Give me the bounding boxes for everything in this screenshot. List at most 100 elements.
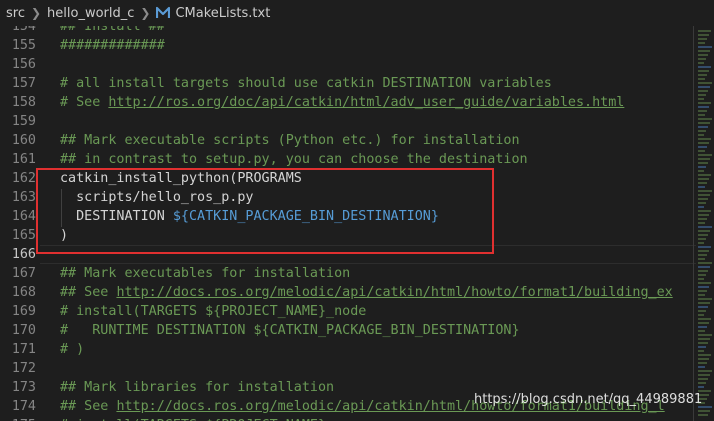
minimap-line xyxy=(698,290,707,292)
code-line[interactable]: 160 ## Mark executable scripts (Python et… xyxy=(0,131,714,150)
minimap-line xyxy=(698,114,705,116)
code-token: ## in contrast to setup.py, you can choo… xyxy=(60,152,528,167)
minimap-line xyxy=(698,198,708,200)
breadcrumb-file[interactable]: CMakeLists.txt xyxy=(175,6,270,21)
minimap-line xyxy=(698,166,706,168)
minimap-line xyxy=(698,286,709,288)
code-text: ## See http://docs.ros.org/melodic/api/c… xyxy=(60,283,673,302)
line-number: 166 xyxy=(11,247,36,262)
minimap-line xyxy=(698,46,712,48)
minimap-line xyxy=(698,106,709,108)
code-line[interactable]: 172 xyxy=(0,359,714,378)
chevron-right-icon: ❯ xyxy=(30,6,42,20)
minimap-line xyxy=(698,222,705,224)
minimap-line xyxy=(698,186,705,188)
minimap-line xyxy=(698,134,704,136)
editor-ruler xyxy=(693,26,694,421)
code-token: # RUNTIME DESTINATION ${CATKIN_PACKAGE_B… xyxy=(60,323,520,338)
line-number: 162 xyxy=(11,171,36,186)
minimap-line xyxy=(698,378,708,380)
minimap-line xyxy=(698,78,705,80)
code-link[interactable]: http://docs.ros.org/melodic/api/catkin/h… xyxy=(116,285,672,300)
code-link[interactable]: http://ros.org/doc/api/catkin/html/adv_u… xyxy=(108,95,624,110)
line-number: 167 xyxy=(11,266,36,281)
code-line[interactable]: 167 ## Mark executables for installation xyxy=(0,264,714,283)
code-line[interactable]: 161 ## in contrast to setup.py, you can c… xyxy=(0,150,714,169)
line-number: 156 xyxy=(11,57,36,72)
code-line[interactable]: 156 xyxy=(0,55,714,74)
chevron-right-icon: ❯ xyxy=(140,6,151,20)
code-line[interactable]: 175 # install(TARGETS ${PROJECT_NAME} xyxy=(0,416,714,421)
code-text: ## Mark executable scripts (Python etc.)… xyxy=(60,131,520,150)
minimap-line xyxy=(698,370,712,372)
line-number: 159 xyxy=(11,114,36,129)
minimap-line xyxy=(698,214,709,216)
minimap-line xyxy=(698,54,708,56)
minimap-line xyxy=(698,226,712,228)
minimap-line xyxy=(698,374,710,376)
minimap-line xyxy=(698,326,707,328)
minimap-line xyxy=(698,66,711,68)
minimap-line xyxy=(698,362,707,364)
minimap-line xyxy=(698,278,704,280)
minimap-line xyxy=(698,62,704,64)
minimap[interactable] xyxy=(697,26,714,421)
minimap-line xyxy=(698,258,705,260)
minimap-line xyxy=(698,274,706,276)
minimap-line xyxy=(698,414,708,416)
minimap-line xyxy=(698,202,706,204)
minimap-line xyxy=(698,102,711,104)
minimap-line xyxy=(698,410,710,412)
breadcrumb-folder[interactable]: hello_world_c xyxy=(47,6,134,21)
code-token: # all install targets should use catkin … xyxy=(60,76,552,91)
minimap-line xyxy=(698,262,712,264)
minimap-line xyxy=(698,234,708,236)
line-number: 160 xyxy=(11,133,36,148)
minimap-line xyxy=(698,206,704,208)
code-text: ## Mark libraries for installation xyxy=(60,378,334,397)
minimap-line xyxy=(698,130,706,132)
minimap-line xyxy=(698,254,707,256)
code-text: # ) xyxy=(60,340,84,359)
minimap-line xyxy=(698,366,705,368)
breadcrumb-src[interactable]: src xyxy=(6,6,25,21)
code-line[interactable]: 171 # ) xyxy=(0,340,714,359)
code-line[interactable]: 158 # See http://ros.org/doc/api/catkin/h… xyxy=(0,93,714,112)
code-token: ## Mark executable scripts (Python etc.)… xyxy=(60,133,520,148)
code-line[interactable]: 159 xyxy=(0,112,714,131)
minimap-line xyxy=(698,342,708,344)
line-number: 172 xyxy=(11,361,36,376)
line-number: 158 xyxy=(11,95,36,110)
code-token: ## See xyxy=(60,399,117,414)
code-line[interactable]: 154 ## Install ## xyxy=(0,26,714,36)
code-line[interactable]: 157 # all install targets should use catk… xyxy=(0,74,714,93)
minimap-line xyxy=(698,86,710,88)
minimap-line xyxy=(698,58,706,60)
line-number: 157 xyxy=(11,76,36,91)
minimap-line xyxy=(698,38,707,40)
code-line[interactable]: 170 # RUNTIME DESTINATION ${CATKIN_PACKAG… xyxy=(0,321,714,340)
minimap-line xyxy=(698,350,704,352)
code-line[interactable]: 168 ## See http://docs.ros.org/melodic/ap… xyxy=(0,283,714,302)
code-text: # install(TARGETS ${PROJECT_NAME}_node xyxy=(60,302,366,321)
line-number: 169 xyxy=(11,304,36,319)
code-text: ## Install ## xyxy=(60,26,165,36)
minimap-line xyxy=(698,310,706,312)
code-token: # install(TARGETS ${PROJECT_NAME}_node xyxy=(60,304,367,319)
minimap-line xyxy=(698,150,705,152)
line-number: 173 xyxy=(11,380,36,395)
code-text: # See http://ros.org/doc/api/catkin/html… xyxy=(60,93,624,112)
minimap-line xyxy=(698,250,709,252)
minimap-line xyxy=(698,154,712,156)
minimap-line xyxy=(698,190,712,192)
minimap-line xyxy=(698,90,708,92)
minimap-line xyxy=(698,94,706,96)
cmake-m-icon xyxy=(156,6,171,18)
line-number: 164 xyxy=(11,209,36,224)
minimap-line xyxy=(698,50,710,52)
minimap-line xyxy=(698,126,708,128)
code-line[interactable]: 169 # install(TARGETS ${PROJECT_NAME}_nod… xyxy=(0,302,714,321)
line-number: 168 xyxy=(11,285,36,300)
minimap-line xyxy=(698,294,705,296)
code-line[interactable]: 155 ############# xyxy=(0,36,714,55)
